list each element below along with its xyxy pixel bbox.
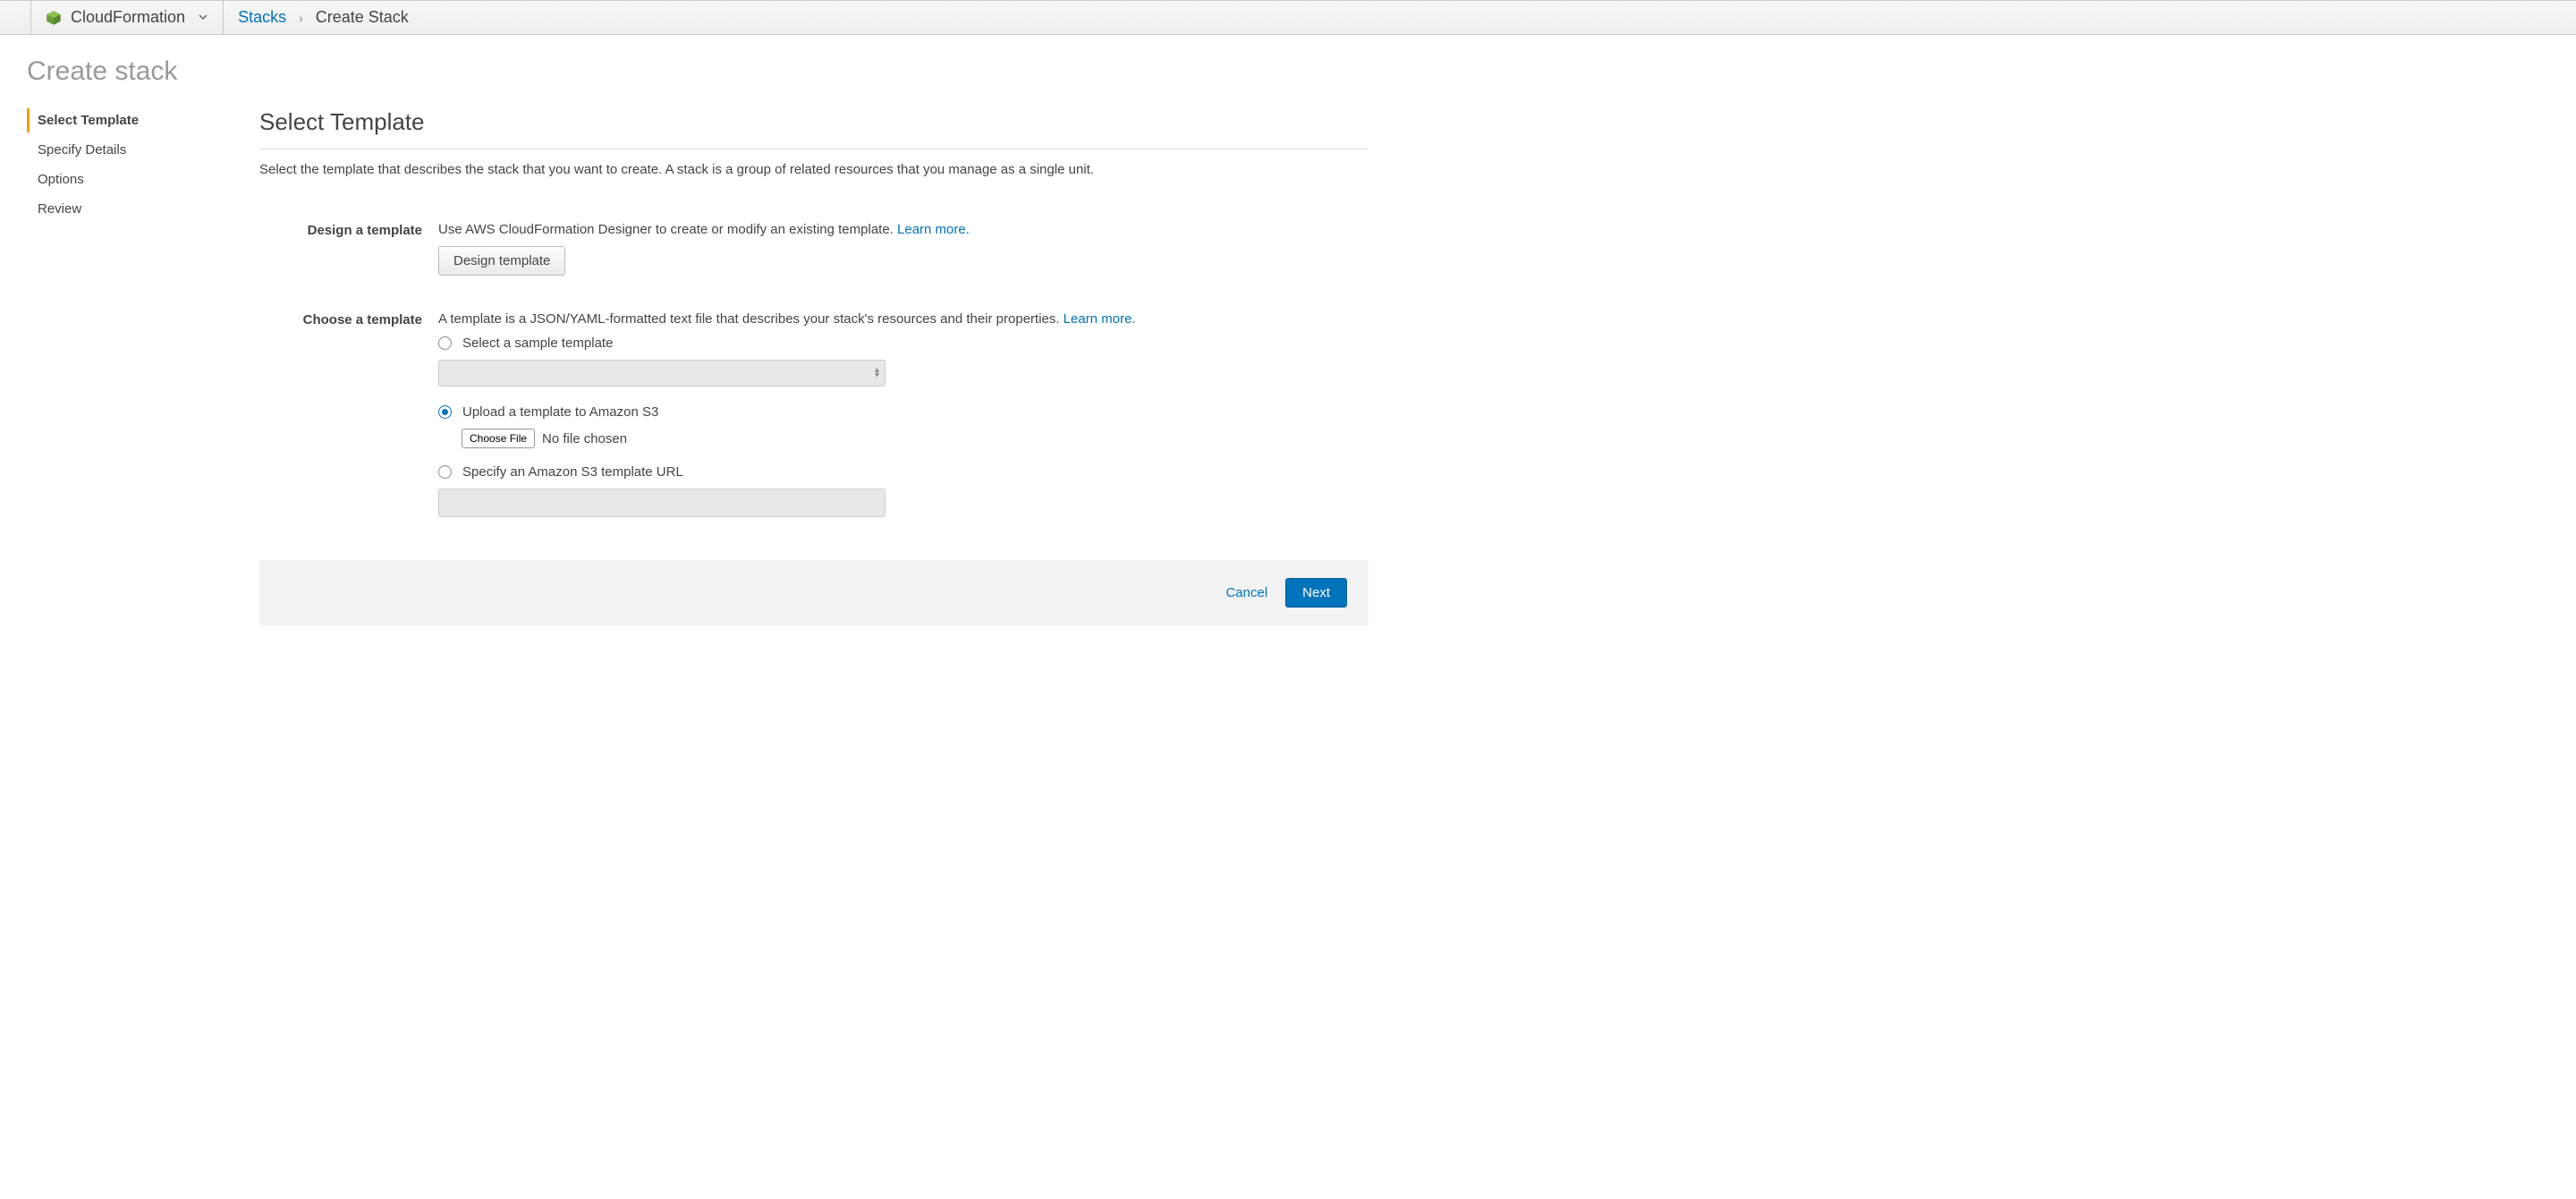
- file-status: No file chosen: [542, 431, 627, 446]
- service-dropdown[interactable]: CloudFormation: [30, 1, 224, 34]
- section-title: Select Template: [259, 108, 1368, 136]
- radio-upload-label: Upload a template to Amazon S3: [462, 404, 658, 420]
- step-specify-details[interactable]: Specify Details: [27, 138, 259, 162]
- steps-nav: Select Template Specify Details Options …: [27, 108, 259, 625]
- step-select-template[interactable]: Select Template: [27, 108, 259, 132]
- section-description: Select the template that describes the s…: [259, 162, 1368, 177]
- topbar: CloudFormation Stacks › Create Stack: [0, 0, 2576, 35]
- radio-url-label: Specify an Amazon S3 template URL: [462, 464, 683, 480]
- choose-template-row: Choose a template A template is a JSON/Y…: [259, 311, 1368, 517]
- breadcrumb-separator: ›: [299, 11, 303, 25]
- design-template-text: Use AWS CloudFormation Designer to creat…: [438, 222, 1368, 237]
- breadcrumb: Stacks › Create Stack: [224, 8, 409, 27]
- cloudformation-icon: [46, 10, 62, 26]
- breadcrumb-current: Create Stack: [316, 8, 409, 27]
- radio-sample[interactable]: [438, 336, 452, 350]
- main-content: Select Template Select the template that…: [259, 108, 1368, 625]
- cancel-button[interactable]: Cancel: [1225, 585, 1267, 600]
- design-template-row: Design a template Use AWS CloudFormation…: [259, 222, 1368, 276]
- radio-sample-label: Select a sample template: [462, 336, 613, 351]
- design-learn-more-link[interactable]: Learn more.: [897, 222, 970, 237]
- sample-template-select: ▴▾: [438, 360, 886, 387]
- radio-url[interactable]: [438, 465, 452, 479]
- radio-upload-row[interactable]: Upload a template to Amazon S3: [438, 404, 1368, 420]
- s3-url-input: [438, 489, 886, 517]
- choose-template-label: Choose a template: [259, 311, 438, 517]
- footer-actions: Cancel Next: [259, 560, 1368, 625]
- choose-learn-more-link[interactable]: Learn more.: [1063, 311, 1136, 327]
- file-upload-row: Choose File No file chosen: [462, 429, 1368, 448]
- design-template-button[interactable]: Design template: [438, 246, 565, 276]
- step-options[interactable]: Options: [27, 167, 259, 191]
- next-button[interactable]: Next: [1285, 578, 1347, 608]
- choose-file-button[interactable]: Choose File: [462, 429, 535, 448]
- page-title: Create stack: [27, 56, 1368, 87]
- choose-template-text: A template is a JSON/YAML-formatted text…: [438, 311, 1368, 327]
- radio-upload[interactable]: [438, 405, 452, 419]
- breadcrumb-stacks-link[interactable]: Stacks: [238, 8, 286, 27]
- service-name: CloudFormation: [71, 8, 185, 27]
- step-review[interactable]: Review: [27, 197, 259, 221]
- design-template-label: Design a template: [259, 222, 438, 276]
- chevron-down-icon: [198, 11, 208, 25]
- radio-sample-row[interactable]: Select a sample template: [438, 336, 1368, 351]
- radio-url-row[interactable]: Specify an Amazon S3 template URL: [438, 464, 1368, 480]
- select-arrows-icon: ▴▾: [875, 368, 879, 378]
